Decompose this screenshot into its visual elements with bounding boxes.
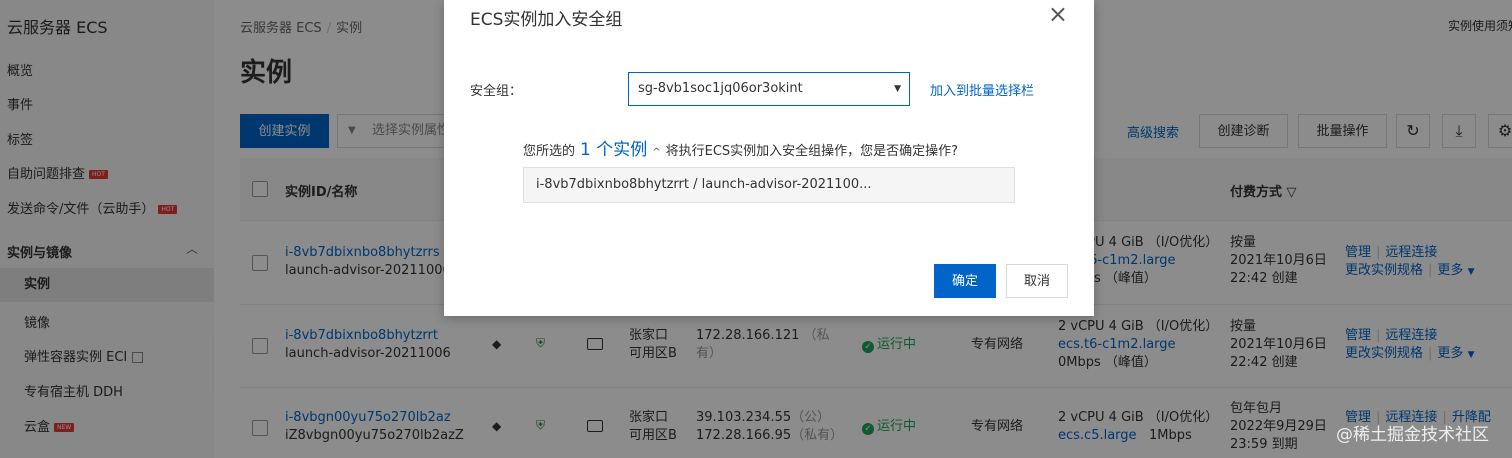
join-security-group-dialog: ECS实例加入安全组 × 安全组： sg-8vb1soc1jq06or3okin… [444, 0, 1094, 316]
caret-down-icon: ▼ [894, 84, 901, 94]
watermark: @稀土掘金技术社区 [1336, 425, 1489, 445]
dialog-title: ECS实例加入安全组 [470, 10, 623, 30]
instance-count-link[interactable]: 1 个实例 [580, 140, 647, 160]
confirm-message: 您所选的 1 个实例 ^ 将执行ECS实例加入安全组操作，您是否确定操作? [523, 135, 958, 160]
confirm-button[interactable]: 确定 [934, 264, 996, 298]
security-group-value: sg-8vb1soc1jq06or3okint [638, 81, 803, 96]
security-group-label: 安全组： [470, 84, 523, 99]
security-group-select[interactable]: sg-8vb1soc1jq06or3okint ▼ [628, 72, 910, 106]
confirm-suffix: 将执行ECS实例加入安全组操作，您是否确定操作? [665, 144, 959, 159]
chevron-up-icon[interactable]: ^ [652, 147, 660, 158]
close-icon[interactable]: × [1048, 0, 1068, 28]
add-to-batch-link[interactable]: 加入到批量选择栏 [930, 80, 1034, 99]
confirm-prefix: 您所选的 [523, 144, 576, 159]
selected-instance-item: i-8vb7dbixnbo8bhytzrrt / launch-advisor-… [523, 167, 1015, 203]
cancel-button[interactable]: 取消 [1006, 264, 1068, 298]
